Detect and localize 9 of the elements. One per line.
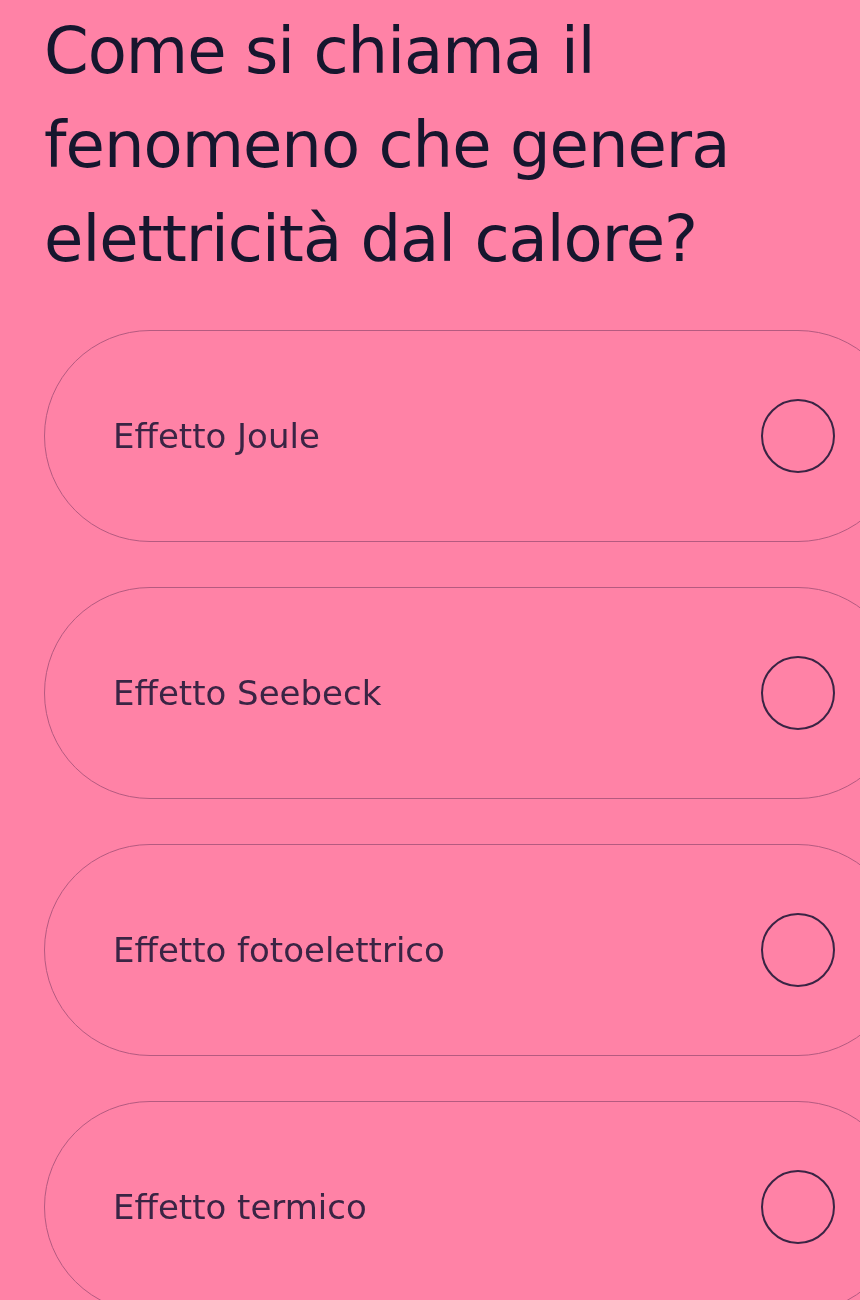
option-label: Effetto fotoelettrico [113,930,446,970]
option-label: Effetto Joule [113,416,321,456]
option-label: Effetto Seebeck [113,673,383,713]
radio-button[interactable] [761,913,835,987]
radio-button[interactable] [761,656,835,730]
question-title: Come si chiama il fenomeno che genera elettricità dal calore? [44,13,731,278]
radio-button[interactable] [761,1170,835,1244]
option-label: Effetto termico [113,1187,368,1227]
radio-button[interactable] [761,399,835,473]
